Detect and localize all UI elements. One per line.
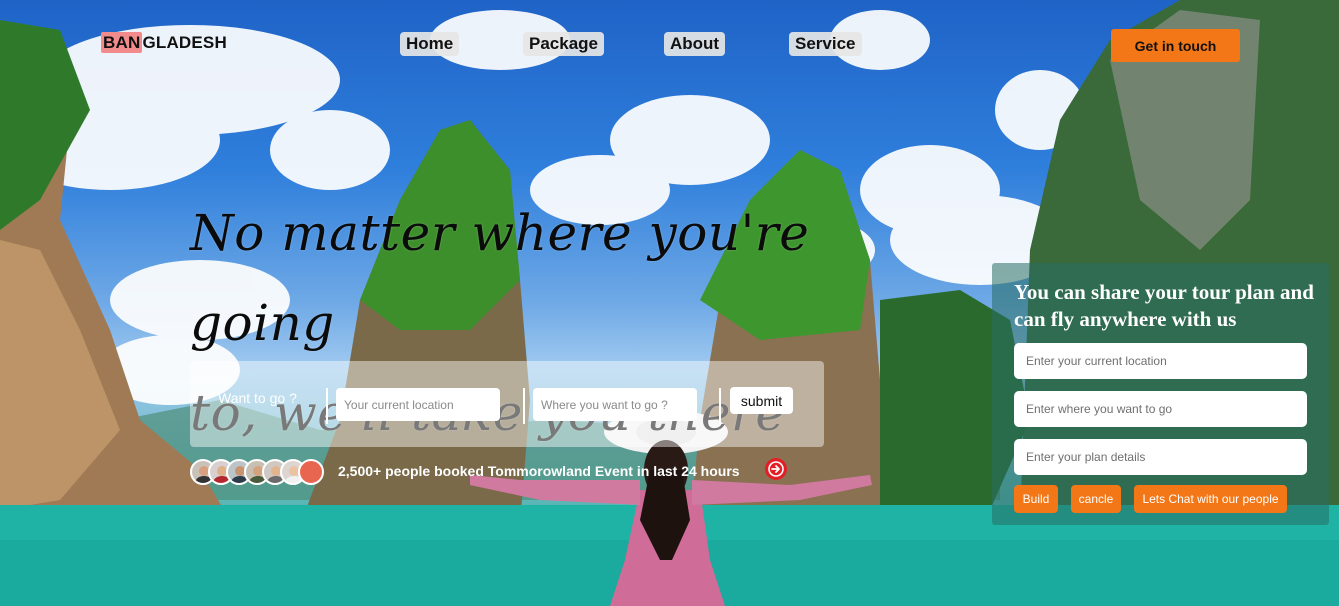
logo-text: GLADESH [142, 33, 227, 52]
arrow-right-circle-icon[interactable] [765, 458, 787, 480]
chat-button[interactable]: Lets Chat with our people [1134, 485, 1287, 513]
avatar [298, 459, 324, 485]
tour-plan-panel: You can share your tour plan and can fly… [992, 263, 1329, 525]
search-label: Want to go ? [218, 390, 297, 406]
search-divider [326, 388, 328, 424]
search-bar: Want to go ? submit [190, 361, 824, 447]
search-divider [719, 388, 721, 424]
get-in-touch-button[interactable]: Get in touch [1111, 29, 1240, 62]
destination-input[interactable] [533, 388, 697, 421]
arrow-right-icon [768, 461, 784, 477]
nav-about-link[interactable]: About [664, 32, 726, 56]
nav-service-link[interactable]: Service [789, 32, 862, 56]
cancel-button[interactable]: cancle [1071, 485, 1121, 513]
search-divider [523, 388, 525, 424]
nav-home-link[interactable]: Home [400, 32, 460, 56]
submit-button[interactable]: submit [730, 387, 793, 414]
current-location-input[interactable] [336, 388, 500, 421]
panel-current-location-input[interactable] [1014, 343, 1307, 379]
panel-title: You can share your tour plan and can fly… [1014, 280, 1314, 331]
panel-plan-details-input[interactable] [1014, 439, 1307, 475]
brand-logo[interactable]: BAN GLADESH [101, 32, 227, 53]
logo-highlight: BAN [101, 32, 143, 53]
booking-stat-text: 2,500+ people booked Tommorowland Event … [338, 463, 740, 479]
nav-package-link[interactable]: Package [523, 32, 604, 56]
build-button[interactable]: Build [1014, 485, 1058, 513]
hero-heading-line-1: No matter where you're going [190, 204, 810, 352]
panel-destination-input[interactable] [1014, 391, 1307, 427]
